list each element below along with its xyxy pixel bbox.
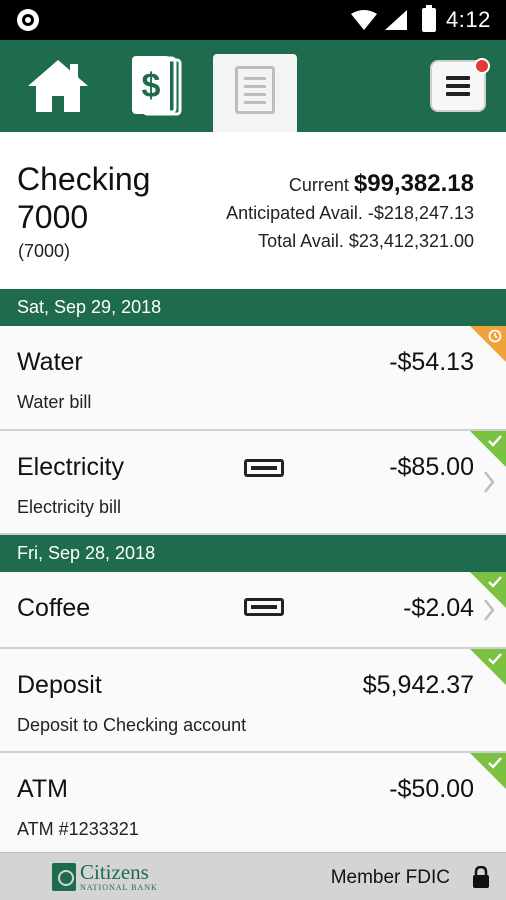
transaction-amount: -$85.00 xyxy=(389,453,474,481)
account-number: (7000) xyxy=(18,241,71,261)
transaction-amount: $5,942.37 xyxy=(362,671,474,699)
transaction-title: Coffee xyxy=(17,594,91,622)
home-icon[interactable] xyxy=(26,54,90,118)
total-balance: Total Avail. $23,412,321.00 xyxy=(258,231,474,251)
transaction-title: Electricity xyxy=(17,453,124,481)
chevron-right-icon xyxy=(484,599,495,621)
transaction-description: Electricity bill xyxy=(17,497,122,517)
date-header: Fri, Sep 28, 2018 xyxy=(0,535,506,572)
transaction-title: Deposit xyxy=(17,671,102,699)
current-label: Current xyxy=(288,175,354,195)
battery-icon xyxy=(422,5,436,32)
notification-dot xyxy=(474,58,490,74)
screen-record-icon xyxy=(17,9,39,31)
anticipated-balance: Anticipated Avail. -$218,247.13 xyxy=(226,203,474,223)
account-header: Checking 7000 (7000) Current $99,382.18 … xyxy=(0,132,506,289)
bank-logo: Citizens NATIONAL BANK xyxy=(52,861,158,893)
transaction-amount: -$2.04 xyxy=(403,594,474,622)
signal-icon xyxy=(385,10,407,30)
transaction-description: Water bill xyxy=(17,392,92,412)
wifi-icon xyxy=(351,10,377,30)
lock-icon xyxy=(473,866,489,888)
tab-transactions[interactable] xyxy=(213,54,297,132)
account-name: Checking 7000 xyxy=(17,161,151,235)
checkmark-icon xyxy=(488,576,502,588)
svg-text:$: $ xyxy=(142,67,161,105)
menu-button[interactable] xyxy=(430,58,490,112)
transaction-row[interactable]: Deposit Deposit to Checking account $5,9… xyxy=(0,649,506,753)
checkmark-icon xyxy=(488,653,502,665)
transaction-amount: -$54.13 xyxy=(389,348,474,376)
balances: Current $99,382.18 Anticipated Avail. -$… xyxy=(226,170,474,255)
chevron-right-icon xyxy=(484,471,495,493)
checkmark-icon xyxy=(488,435,502,447)
dollar-accounts-icon[interactable]: $ xyxy=(130,54,184,118)
card-icon xyxy=(244,598,284,616)
transaction-row[interactable]: ATM ATM #1233321 -$50.00 xyxy=(0,753,506,852)
footer: Citizens NATIONAL BANK Member FDIC xyxy=(0,852,506,900)
date-header: Sat, Sep 29, 2018 xyxy=(0,289,506,326)
logo-text: Citizens xyxy=(80,860,149,884)
transaction-title: Water xyxy=(17,348,83,376)
transaction-title: ATM xyxy=(17,775,68,803)
clock: 4:12 xyxy=(446,7,491,32)
transaction-row[interactable]: Coffee -$2.04 xyxy=(0,572,506,649)
current-balance: $99,382.18 xyxy=(353,170,474,197)
transaction-description: ATM #1233321 xyxy=(17,819,139,839)
card-icon xyxy=(244,459,284,477)
top-nav: $ xyxy=(0,40,506,132)
transaction-amount: -$50.00 xyxy=(389,775,474,803)
transaction-description: Deposit to Checking account xyxy=(17,715,247,735)
transaction-row[interactable]: Electricity Electricity bill -$85.00 xyxy=(0,431,506,535)
clock-icon xyxy=(488,329,502,343)
document-icon xyxy=(235,66,275,114)
status-bar: 4:12 xyxy=(0,0,506,40)
logo-subtext: NATIONAL BANK xyxy=(80,883,158,892)
bank-seal-icon xyxy=(52,863,76,891)
checkmark-icon xyxy=(488,757,502,769)
fdic-label: Member FDIC xyxy=(330,867,450,888)
transaction-row[interactable]: Water Water bill -$54.13 xyxy=(0,326,506,431)
